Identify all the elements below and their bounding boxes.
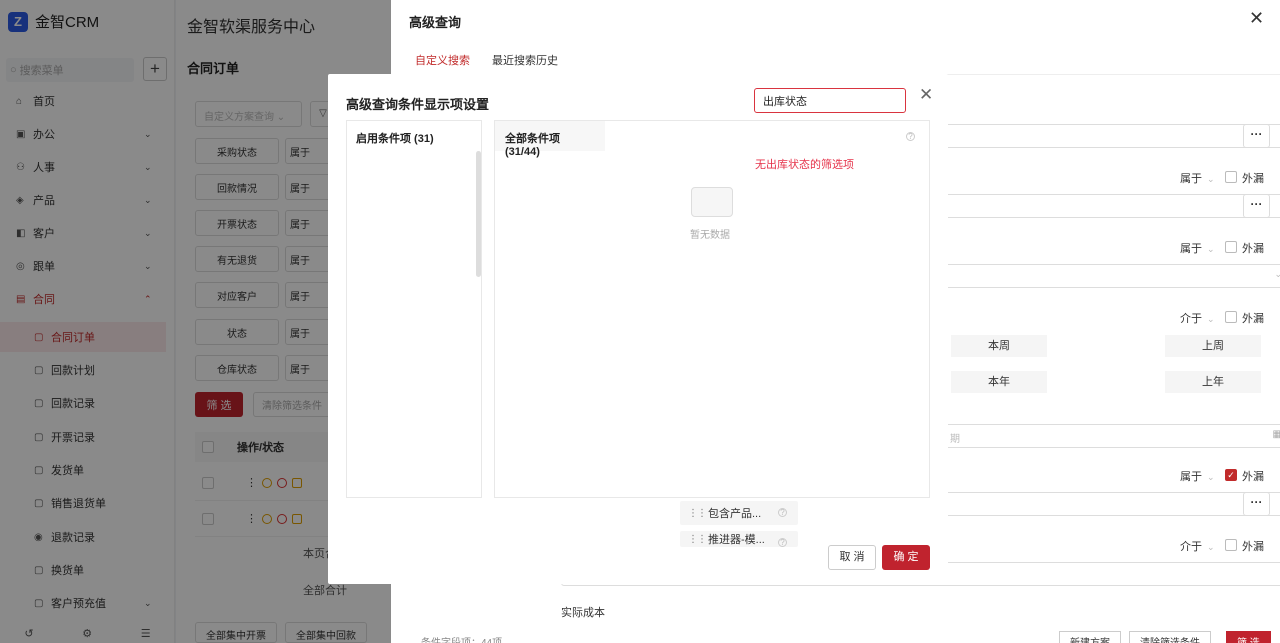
leak-label: 外漏 xyxy=(1242,173,1264,185)
date-hint: 期 xyxy=(950,434,960,445)
operator-label: 属于 xyxy=(1180,243,1202,255)
leak-label: 外漏 xyxy=(1242,243,1264,255)
enabled-list-scrollbar[interactable] xyxy=(476,151,481,277)
chevron-down-icon: ⌄ xyxy=(1207,542,1215,552)
drag-handle-icon[interactable]: ⋮⋮ xyxy=(688,508,707,519)
leak-label: 外漏 xyxy=(1242,471,1264,483)
chevron-down-icon: ⌄ xyxy=(1207,472,1215,482)
operator-select[interactable]: 介于 ⌄ xyxy=(1180,538,1215,554)
empty-inbox-icon xyxy=(691,187,733,217)
leak-checkbox[interactable]: ✓ xyxy=(1225,469,1237,481)
operator-label: 属于 xyxy=(1180,471,1202,483)
calendar-icon: ▦ xyxy=(1272,429,1280,440)
close-icon[interactable]: ✕ xyxy=(919,85,933,105)
condition-search-input[interactable] xyxy=(754,88,906,113)
partial-field-label: 实际成本 xyxy=(561,607,605,619)
enabled-condition-item[interactable]: ⋮⋮ 推进器-模...? xyxy=(680,531,798,547)
leak-label: 外漏 xyxy=(1242,313,1264,325)
empty-text: 暂无数据 xyxy=(690,230,730,241)
no-result-message: 无出库状态的筛选项 xyxy=(755,159,854,171)
tab-search-history[interactable]: 最近搜索历史 xyxy=(492,52,558,68)
this-year-button[interactable]: 本年 xyxy=(951,371,1047,393)
operator-select[interactable]: 介于 ⌄ xyxy=(1180,310,1215,326)
operator-label: 介于 xyxy=(1180,313,1202,325)
operator-label: 介于 xyxy=(1180,541,1202,553)
help-icon: ? xyxy=(906,132,915,141)
more-button[interactable]: ··· xyxy=(1243,194,1270,218)
this-week-button[interactable]: 本周 xyxy=(951,335,1047,357)
drag-handle-icon[interactable]: ⋮⋮ xyxy=(688,534,707,545)
operator-label: 属于 xyxy=(1180,173,1202,185)
enabled-conditions-panel: 启用条件项 (31) xyxy=(346,120,482,498)
ok-button[interactable]: 确 定 xyxy=(882,545,930,570)
operator-select[interactable]: 属于 ⌄ xyxy=(1180,468,1215,484)
field-count: 条件字段项：44项 xyxy=(421,634,502,643)
condition-settings-modal: 高级查询条件显示项设置 ✕ 启用条件项 (31) ⋮⋮采购状态?⋮⋮发货状态?⋮… xyxy=(328,74,948,584)
drawer-filter-button[interactable]: 筛 选 xyxy=(1226,631,1271,643)
leak-checkbox[interactable] xyxy=(1225,241,1237,253)
enabled-conditions-header: 启用条件项 (31) xyxy=(356,133,434,145)
all-conditions-panel: 全部条件项 (31/44) ? 无出库状态的筛选项 暂无数据 xyxy=(494,120,930,498)
last-week-button[interactable]: 上周 xyxy=(1165,335,1261,357)
last-year-button[interactable]: 上年 xyxy=(1165,371,1261,393)
chevron-down-icon: ⌄ xyxy=(1207,174,1215,184)
operator-select[interactable]: 属于 ⌄ xyxy=(1180,170,1215,186)
chevron-down-icon: ⌄ xyxy=(1207,244,1215,254)
leak-checkbox[interactable] xyxy=(1225,539,1237,551)
leak-checkbox[interactable] xyxy=(1225,311,1237,323)
condition-label: 推进器-模... xyxy=(708,534,765,546)
leak-checkbox[interactable] xyxy=(1225,171,1237,183)
more-button[interactable]: ··· xyxy=(1243,492,1270,516)
close-icon[interactable]: ✕ xyxy=(1249,8,1264,29)
leak-label: 外漏 xyxy=(1242,541,1264,553)
modal-title: 高级查询条件显示项设置 xyxy=(346,97,490,112)
drawer-title: 高级查询 xyxy=(409,15,462,30)
all-conditions-header: 全部条件项 (31/44) xyxy=(495,121,605,158)
help-icon: ? xyxy=(778,508,787,517)
drawer-clear-button[interactable]: 清除筛选条件 xyxy=(1129,631,1211,643)
operator-select[interactable]: 属于 ⌄ xyxy=(1180,240,1215,256)
cancel-button[interactable]: 取 消 xyxy=(828,545,876,570)
chevron-down-icon: ⌄ xyxy=(1274,269,1280,279)
help-icon: ? xyxy=(778,538,787,547)
chevron-down-icon: ⌄ xyxy=(1207,314,1215,324)
enabled-condition-item[interactable]: ⋮⋮ 包含产品...? xyxy=(680,501,798,525)
condition-label: 包含产品... xyxy=(708,508,762,520)
new-plan-button[interactable]: 新建方案 xyxy=(1059,631,1121,643)
more-button[interactable]: ··· xyxy=(1243,124,1270,148)
